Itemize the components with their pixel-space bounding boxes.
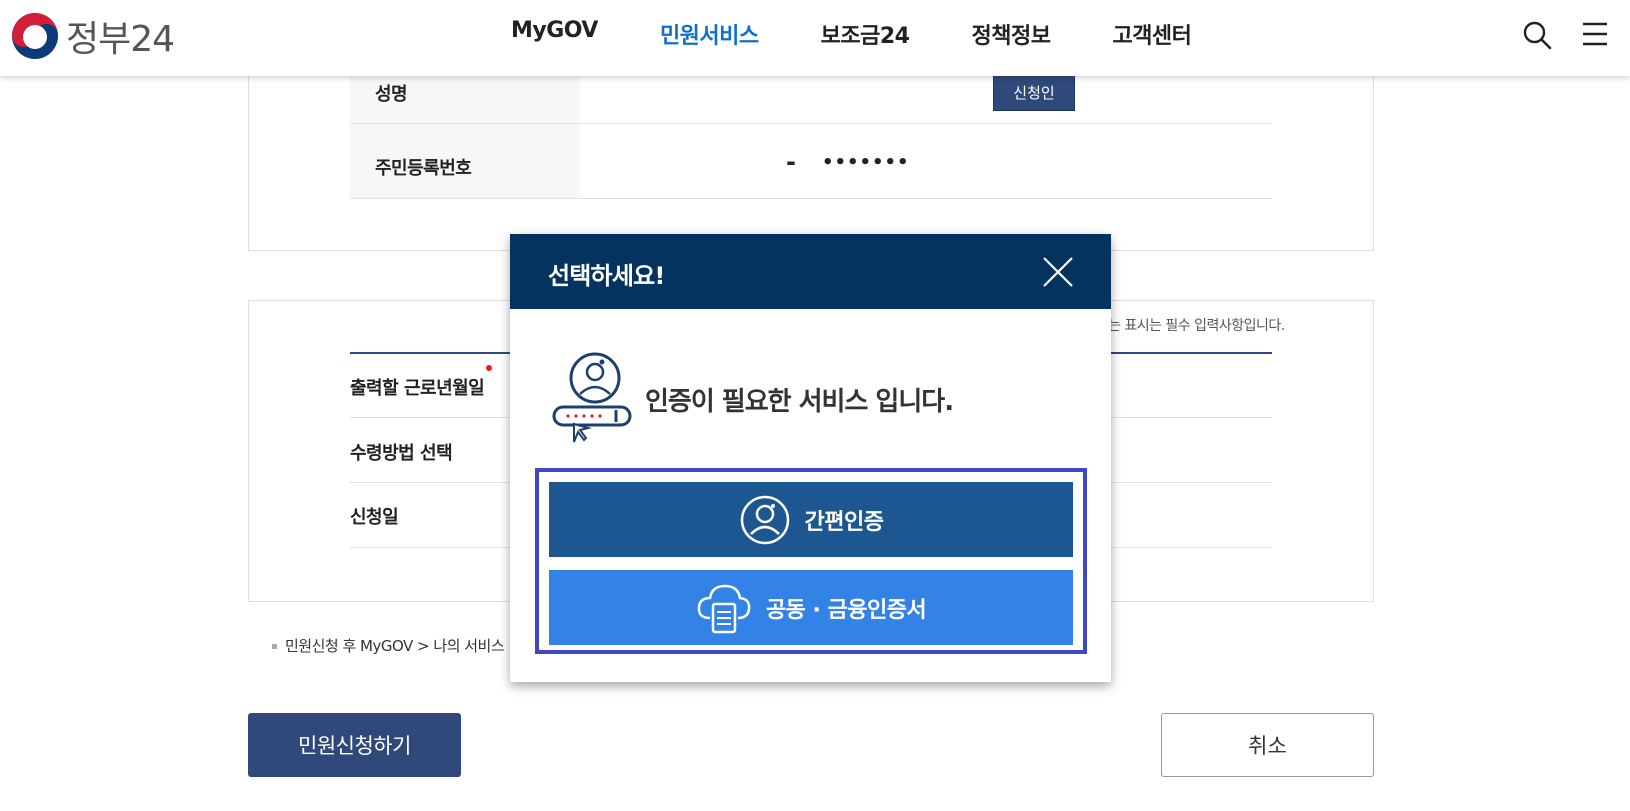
rrn-row: 주민등록번호 <box>350 124 1272 199</box>
nav-policy-info[interactable]: 정책정보 <box>971 18 1050 50</box>
nav-mygov[interactable]: MyGOV <box>511 18 598 50</box>
auth-options-group: 간편인증 공동 · 금융인증서 <box>535 468 1087 654</box>
nav-subsidy24[interactable]: 보조금24 <box>821 18 910 50</box>
nav-civil-service[interactable]: 민원서비스 <box>660 18 759 50</box>
modal-header: 선택하세요! <box>510 234 1111 309</box>
rrn-masked-value: ••••••• <box>822 152 910 173</box>
receive-method-label: 수령방법 선택 <box>350 443 453 464</box>
cloud-certificate-icon <box>697 584 751 633</box>
nav-customer-center[interactable]: 고객센터 <box>1112 18 1191 50</box>
apply-date-label: 신청일 <box>350 507 399 528</box>
notice-label: 민원신청 후 MyGOV > 나의 서비스 <box>285 637 505 655</box>
authentication-icon <box>552 352 632 443</box>
site-header: 정부24 MyGOV 민원서비스 보조금24 정책정보 고객센터 <box>0 0 1630 76</box>
required-dot-icon <box>486 365 492 371</box>
search-icon[interactable] <box>1522 20 1552 50</box>
gov24-logo[interactable]: 정부24 <box>12 10 175 62</box>
user-circle-icon <box>740 495 789 544</box>
rrn-dash: - <box>786 148 796 176</box>
certificate-auth-button[interactable]: 공동 · 금융인증서 <box>549 570 1073 645</box>
bullet-icon <box>272 644 277 649</box>
certificate-auth-label: 공동 · 금융인증서 <box>765 597 927 623</box>
applicant-badge: 신청인 <box>993 74 1075 111</box>
main-nav: MyGOV 민원서비스 보조금24 정책정보 고객센터 <box>511 18 1253 50</box>
submit-application-button[interactable]: 민원신청하기 <box>248 713 461 777</box>
work-month-label: 출력할 근로년월일 <box>350 378 485 399</box>
required-note: 는 표시는 필수 입력사항입니다. <box>1108 318 1285 334</box>
notice-text: 민원신청 후 MyGOV > 나의 서비스 <box>272 635 505 656</box>
simple-auth-button[interactable]: 간편인증 <box>549 482 1073 557</box>
cancel-button[interactable]: 취소 <box>1161 713 1374 777</box>
close-icon[interactable] <box>1041 255 1075 289</box>
auth-select-modal: 선택하세요! 인증이 필요한 서비스 입니다. 간편인증 공동 · 금융인증서 <box>510 234 1111 682</box>
hamburger-menu-icon[interactable] <box>1581 20 1609 48</box>
rrn-label: 주민등록번호 <box>375 158 472 179</box>
name-label: 성명 <box>375 84 408 105</box>
logo-text: 정부24 <box>66 19 175 60</box>
name-value <box>608 82 666 104</box>
taegeuk-logo-icon <box>12 13 58 59</box>
auth-required-message: 인증이 필요한 서비스 입니다. <box>645 387 954 417</box>
simple-auth-label: 간편인증 <box>804 509 884 535</box>
modal-title: 선택하세요! <box>548 262 665 290</box>
